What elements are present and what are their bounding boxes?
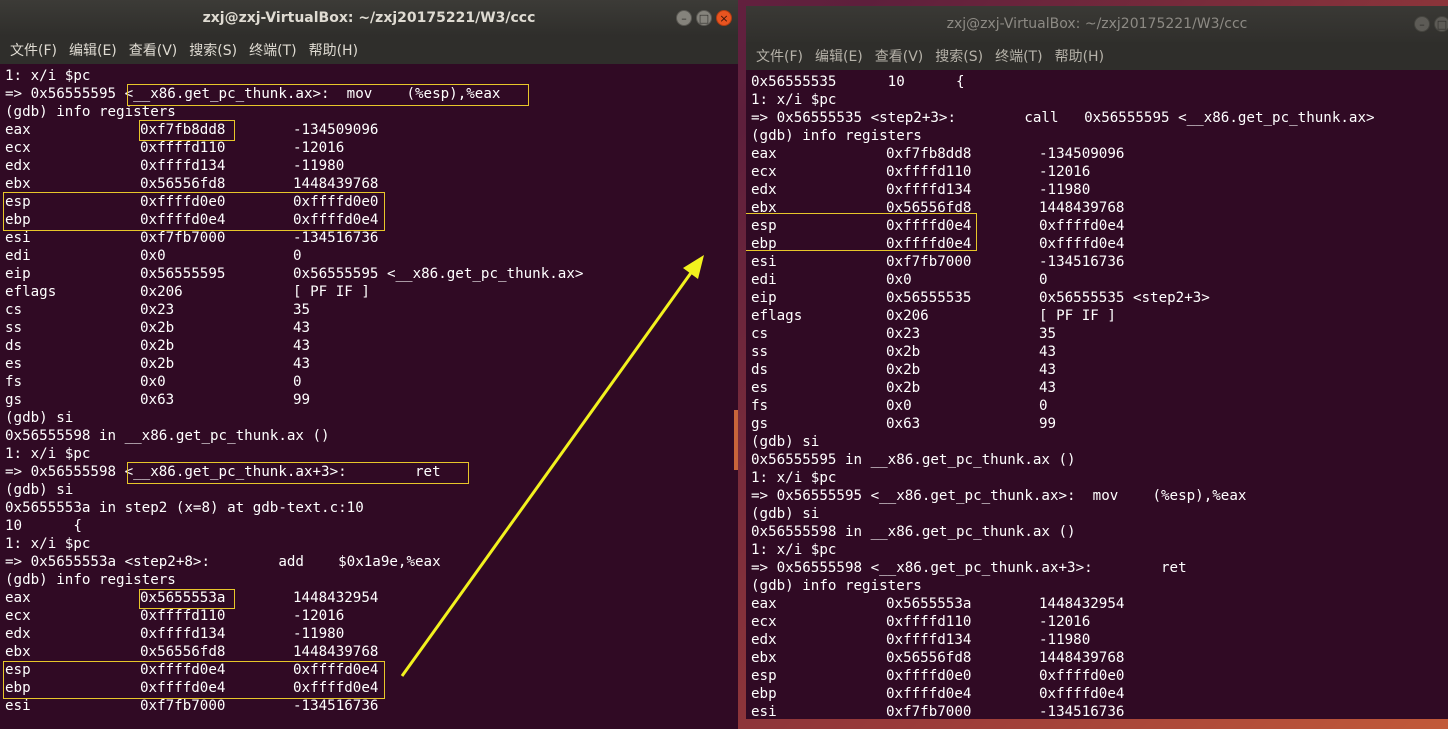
yellow-arrow-icon	[400, 255, 704, 677]
